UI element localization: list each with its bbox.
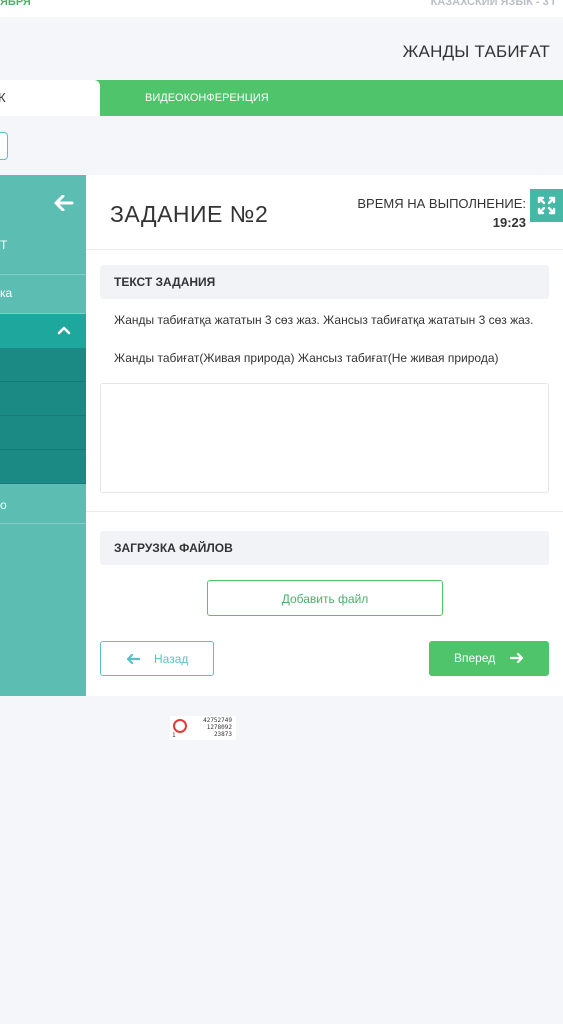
sidebar-item-label: о xyxy=(0,498,7,512)
sidebar-item[interactable]: ка xyxy=(0,275,86,314)
sidebar-item[interactable]: о xyxy=(0,484,86,524)
top-bar: ЯБРЯ КАЗАХСКИЙ ЯЗЫК - 3 Г xyxy=(0,0,563,17)
lesson-title: ЖАНДЫ ТАБИҒАТ xyxy=(402,42,550,61)
back-button[interactable]: Назад xyxy=(100,641,214,676)
partial-button[interactable] xyxy=(0,132,8,160)
sidebar-item-expanded[interactable] xyxy=(0,314,86,348)
watermark-stamp: 1 42752749 1278092 23873 xyxy=(170,716,236,740)
stamp-number: 23873 xyxy=(213,731,232,738)
sidebar-item-label: Т xyxy=(0,238,8,252)
stamp-number: 1278092 xyxy=(206,724,232,731)
upload-header-label: ЗАГРУЗКА ФАЙЛОВ xyxy=(114,541,233,555)
back-button-label: Назад xyxy=(154,652,189,666)
task-text-header-label: ТЕКСТ ЗАДАНИЯ xyxy=(114,275,216,289)
add-file-button[interactable]: Добавить файл xyxy=(207,580,443,616)
task-card: ЗАДАНИЕ №2 ВРЕМЯ НА ВЫПОЛНЕНИЕ: 19:23 ТЕ… xyxy=(86,175,563,696)
sidebar-subitem[interactable] xyxy=(0,450,86,484)
upload-header: ЗАГРУЗКА ФАЙЛОВ xyxy=(100,531,549,565)
sidebar-subitem[interactable] xyxy=(0,348,86,382)
arrow-left-icon xyxy=(127,654,140,664)
stamp-number: 42752749 xyxy=(203,717,232,724)
add-file-label: Добавить файл xyxy=(281,592,369,606)
sidebar-item-label: ка xyxy=(0,286,13,300)
sidebar-subitem[interactable] xyxy=(0,382,86,416)
task-instruction: Жанды табиғатқа жататын 3 сөз жаз. Жансы… xyxy=(114,313,534,327)
task-hint: Жанды табиғат(Живая природа) Жансыз таби… xyxy=(114,351,499,365)
date-label: ЯБРЯ xyxy=(0,0,31,8)
stamp-circle xyxy=(173,719,187,733)
divider xyxy=(86,249,563,250)
next-button[interactable]: Вперед xyxy=(429,641,549,676)
sidebar-subitem[interactable] xyxy=(0,416,86,450)
lesson-header: ЖАНДЫ ТАБИҒАТ xyxy=(0,17,563,80)
time-label: ВРЕМЯ НА ВЫПОЛНЕНИЕ: xyxy=(357,196,526,211)
task-text-header: ТЕКСТ ЗАДАНИЯ xyxy=(100,265,549,299)
tab-lesson-label: К xyxy=(0,90,6,105)
arrow-right-icon xyxy=(510,653,523,663)
stamp-digit: 1 xyxy=(172,732,176,739)
tab-videoconference[interactable]: ВИДЕОКОНФЕРЕНЦИЯ xyxy=(145,92,269,104)
tab-lesson[interactable]: К xyxy=(0,80,100,116)
sidebar-back-icon[interactable] xyxy=(54,195,74,211)
divider xyxy=(86,511,563,512)
chevron-up-icon xyxy=(57,326,71,335)
next-button-label: Вперед xyxy=(454,651,496,665)
task-title: ЗАДАНИЕ №2 xyxy=(110,201,269,227)
answer-textarea[interactable] xyxy=(100,383,549,493)
expand-icon[interactable] xyxy=(530,189,563,222)
stamp-numbers: 42752749 1278092 23873 xyxy=(203,717,232,738)
subject-label: КАЗАХСКИЙ ЯЗЫК - 3 Г xyxy=(430,0,558,8)
tab-bar: К ВИДЕОКОНФЕРЕНЦИЯ xyxy=(0,80,563,116)
sidebar: Т ка о xyxy=(0,175,86,696)
time-remaining: 19:23 xyxy=(492,215,526,230)
sidebar-item[interactable]: Т xyxy=(0,230,86,275)
